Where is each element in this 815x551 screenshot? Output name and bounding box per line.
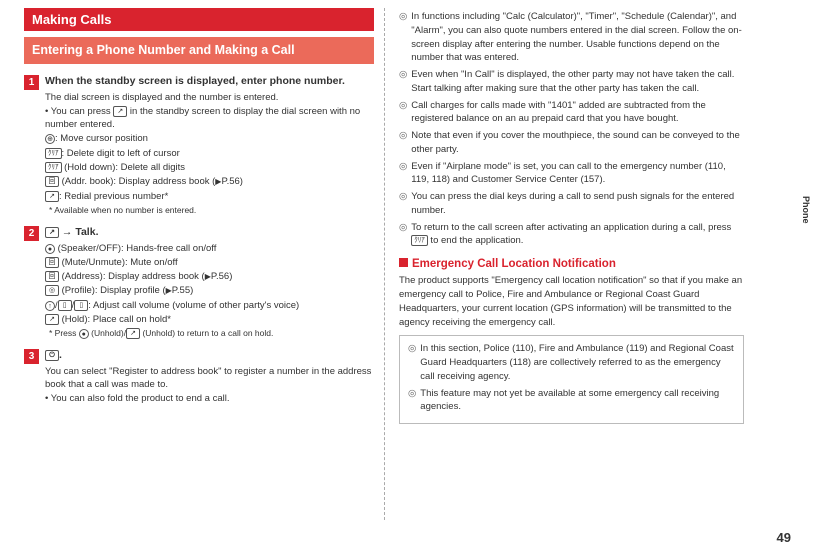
step-2-title: ↗ → Talk. (45, 225, 374, 240)
mute-key-icon: 回 (45, 257, 59, 268)
list-item: To return to the call screen after activ… (399, 221, 744, 249)
volume-up-icon: ↑ (45, 301, 55, 311)
step-2-line6: ↗ (Hold): Place call on hold* (45, 313, 374, 326)
call-key-icon: ↗ (45, 314, 59, 325)
left-column: Making Calls Entering a Phone Number and… (24, 8, 384, 520)
step-2: 2 ↗ → Talk. ● (Speaker/OFF): Hands-free … (24, 225, 374, 340)
step-2-note: * Press ● (Unhold)/↗ (Unhold) to return … (49, 328, 374, 340)
right-column: In functions including "Calc (Calculator… (384, 8, 754, 520)
side-down-icon: ▯ (74, 300, 88, 311)
step-3: 3 ⏻. You can select "Register to address… (24, 348, 374, 407)
call-key-icon: ↗ (45, 191, 59, 202)
step-1-line3: ⊕: Move cursor position (45, 132, 374, 145)
step-2-line1: ● (Speaker/OFF): Hands-free call on/off (45, 242, 374, 255)
step-1-title: When the standby screen is displayed, en… (45, 74, 374, 89)
step-2-line2: 回 (Mute/Unmute): Mute on/off (45, 256, 374, 269)
notes-list: In functions including "Calc (Calculator… (399, 10, 744, 248)
page-number: 49 (777, 530, 791, 545)
step-1-line2: • You can press ↗ in the standby screen … (45, 105, 374, 132)
side-up-icon: ▯ (58, 300, 72, 311)
bullet-icon (399, 190, 407, 218)
step-3-number: 3 (24, 349, 39, 364)
list-item: Call charges for calls made with "1401" … (399, 99, 744, 127)
call-key-icon: ↗ (113, 106, 127, 117)
step-1-number: 1 (24, 75, 39, 90)
step-1-line5: ｸﾘｱ (Hold down): Delete all digits (45, 161, 374, 174)
call-key-icon: ↗ (126, 328, 140, 339)
bullet-icon (408, 342, 416, 383)
profile-key-icon: ◎ (45, 285, 59, 296)
bullet-icon (399, 10, 407, 65)
emergency-paragraph: The product supports "Emergency call loc… (399, 274, 744, 329)
bullet-icon (399, 68, 407, 96)
list-item: This feature may not yet be available at… (408, 387, 735, 415)
bullet-icon (399, 160, 407, 188)
step-1-line7: ↗: Redial previous number* (45, 190, 374, 203)
bullet-icon (399, 99, 407, 127)
list-item: Note that even if you cover the mouthpie… (399, 129, 744, 157)
step-2-line5: ↑/▯/▯: Adjust call volume (volume of oth… (45, 299, 374, 312)
step-1: 1 When the standby screen is displayed, … (24, 74, 374, 217)
square-icon (399, 258, 408, 267)
step-1-line4: ｸﾘｱ: Delete digit to left of cursor (45, 147, 374, 160)
bullet-icon (399, 129, 407, 157)
step-3-line2: • You can also fold the product to end a… (45, 392, 374, 405)
emergency-note-box: In this section, Police (110), Fire and … (399, 335, 744, 424)
list-item: In this section, Police (110), Fire and … (408, 342, 735, 383)
addr-key-icon: 回 (45, 176, 59, 187)
bullet-icon (399, 221, 407, 249)
address-key-icon: 回 (45, 271, 59, 282)
step-1-line1: The dial screen is displayed and the num… (45, 91, 374, 104)
call-key-icon: ↗ (45, 227, 59, 238)
list-item: Even when "In Call" is displayed, the ot… (399, 68, 744, 96)
step-3-line1: You can select "Register to address book… (45, 365, 374, 392)
step-1-line6: 回 (Addr. book): Display address book (▶P… (45, 175, 374, 188)
center-key-icon: ● (45, 244, 55, 254)
end-key-icon: ⏻ (45, 350, 59, 361)
cursor-icon: ⊕ (45, 134, 55, 144)
step-2-number: 2 (24, 226, 39, 241)
step-1-note: * Available when no number is entered. (49, 205, 374, 217)
heading-entering-number: Entering a Phone Number and Making a Cal… (24, 37, 374, 64)
bullet-icon (408, 387, 416, 415)
center-key-icon: ● (79, 329, 89, 339)
clear-key-icon: ｸﾘｱ (45, 148, 62, 159)
list-item: Even if "Airplane mode" is set, you can … (399, 160, 744, 188)
heading-emergency: Emergency Call Location Notification (399, 258, 744, 270)
list-item: You can press the dial keys during a cal… (399, 190, 744, 218)
list-item: In functions including "Calc (Calculator… (399, 10, 744, 65)
step-3-title: ⏻. (45, 348, 374, 363)
side-tab-phone: Phone (801, 196, 811, 224)
heading-making-calls: Making Calls (24, 8, 374, 31)
step-2-line4: ◎ (Profile): Display profile (▶P.55) (45, 284, 374, 297)
clear-key-icon: ｸﾘｱ (411, 235, 428, 246)
step-2-line3: 回 (Address): Display address book (▶P.56… (45, 270, 374, 283)
clear-key-icon: ｸﾘｱ (45, 162, 62, 173)
